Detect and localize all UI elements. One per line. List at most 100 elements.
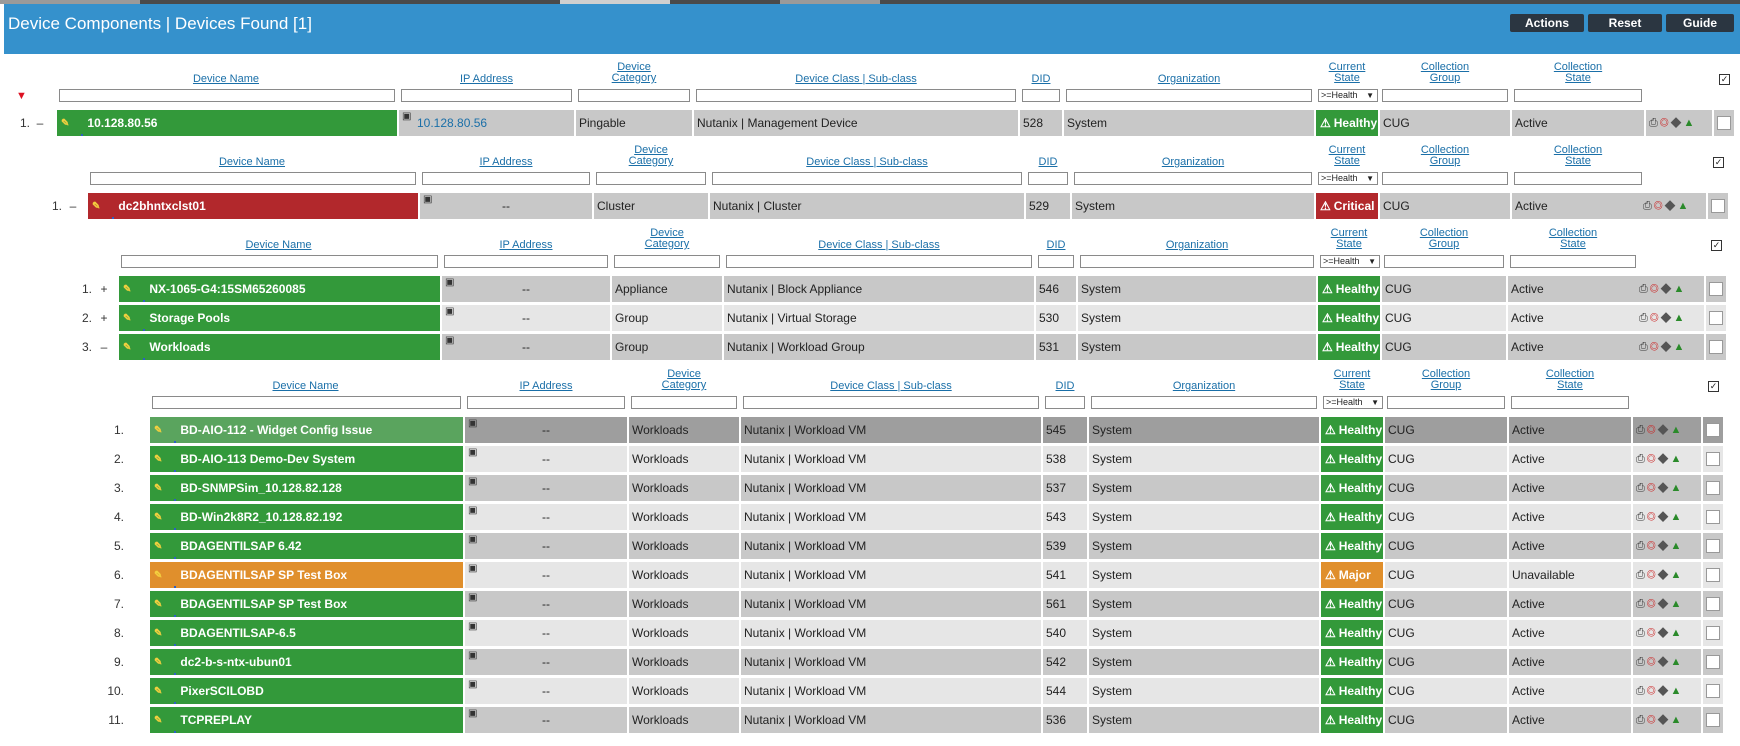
wrench-icon[interactable]: ✎ (154, 563, 162, 588)
wrench-icon[interactable]: ✎ (154, 708, 162, 733)
collection-group-header[interactable]: Collection Group (1380, 62, 1510, 84)
cls-filter-input[interactable] (696, 89, 1016, 102)
signal-bars-icon[interactable] (165, 686, 177, 704)
network-icon[interactable]: ▣ (423, 193, 432, 213)
device-name-link[interactable]: ✎ dc2bhntxclst01 (88, 193, 418, 219)
device-name-header[interactable]: Device Name (150, 381, 463, 392)
wrench-icon[interactable]: ✎ (92, 194, 100, 219)
topology-icon[interactable]: ▲ (1671, 685, 1684, 697)
table-row[interactable]: 6. ✎ BDAGENTILSAP SP Test Box ▣ -- Workloads N… (0, 562, 1740, 588)
ip-address-header[interactable]: IP Address (399, 74, 574, 85)
signal-bars-icon[interactable] (165, 541, 177, 559)
network-icon[interactable]: ▣ (468, 417, 477, 437)
select-all-checkbox[interactable]: ✓ (1713, 157, 1724, 168)
cs-filter-input[interactable] (1511, 396, 1629, 409)
printer-icon[interactable]: ⎙ (1643, 200, 1654, 212)
organization-header[interactable]: Organization (1064, 74, 1314, 85)
did-header[interactable]: DID (1026, 157, 1070, 168)
table-row[interactable]: 7. ✎ BDAGENTILSAP SP Test Box ▣ -- Workloads N… (0, 591, 1740, 617)
device-class-header[interactable]: Device Class | Sub-class (724, 240, 1034, 251)
network-icon[interactable]: ▣ (468, 620, 477, 640)
device-name-link[interactable]: ✎ 10.128.80.56 (57, 110, 397, 136)
printer-icon[interactable]: ⎙ (1636, 453, 1647, 465)
lifebuoy-icon[interactable]: ◎ (1647, 656, 1658, 668)
did-header[interactable]: DID (1043, 381, 1087, 392)
topology-icon[interactable]: ▲ (1674, 341, 1687, 353)
collection-state-header[interactable]: Collection State (1508, 228, 1638, 250)
table-row[interactable]: 1. ✎ BD-AIO-112 - Widget Config Issue ▣ -- Wo… (0, 417, 1740, 443)
table-row[interactable]: 2. + ✎ Storage Pools ▣ -- Group Nutanix | Virtu… (0, 305, 1740, 331)
table-row[interactable]: 8. ✎ BDAGENTILSAP-6.5 ▣ -- Workloads Nutanix |… (0, 620, 1740, 646)
signal-bars-icon[interactable] (165, 599, 177, 617)
name-filter-input[interactable] (59, 89, 395, 102)
network-icon[interactable]: ▣ (468, 591, 477, 611)
device-name-header[interactable]: Device Name (88, 157, 418, 168)
wrench-icon[interactable]: ✎ (154, 621, 162, 646)
device-name-link[interactable]: ✎ BDAGENTILSAP SP Test Box (150, 591, 463, 617)
row-checkbox[interactable] (1709, 340, 1723, 354)
cat-filter-input[interactable] (578, 89, 690, 102)
expand-toggle[interactable]: – (96, 334, 112, 360)
collection-group-header[interactable]: Collection Group (1382, 228, 1506, 250)
row-checkbox[interactable] (1706, 510, 1720, 524)
state-filter-select[interactable]: >=Health ▼ (1318, 172, 1378, 185)
org-filter-input[interactable] (1066, 89, 1312, 102)
topology-icon[interactable]: ▲ (1684, 117, 1697, 129)
guide-button[interactable]: Guide (1666, 14, 1734, 32)
printer-icon[interactable]: ⎙ (1636, 569, 1647, 581)
lifebuoy-icon[interactable]: ◎ (1647, 424, 1658, 436)
device-category-header[interactable]: Device Category (576, 62, 692, 84)
topology-icon[interactable]: ▲ (1671, 424, 1684, 436)
lifebuoy-icon[interactable]: ◎ (1647, 685, 1658, 697)
signal-bars-icon[interactable] (165, 628, 177, 646)
ip-address-header[interactable]: IP Address (420, 157, 592, 168)
tag-icon[interactable]: ◆ (1658, 569, 1671, 581)
row-checkbox[interactable] (1706, 481, 1720, 495)
filter-icon[interactable]: ▼ (16, 90, 30, 102)
collection-state-header[interactable]: Collection State (1512, 62, 1644, 84)
topology-icon[interactable]: ▲ (1671, 656, 1684, 668)
table-row[interactable]: 1. – ✎ dc2bhntxclst01 ▣ -- Cluster Nutanix | Cl… (0, 193, 1740, 219)
ip-address-header[interactable]: IP Address (465, 381, 627, 392)
network-icon[interactable]: ▣ (468, 678, 477, 698)
state-filter-select[interactable]: >=Health ▼ (1323, 396, 1383, 409)
cls-filter-input[interactable] (726, 255, 1032, 268)
wrench-icon[interactable]: ✎ (154, 534, 162, 559)
signal-bars-icon[interactable] (134, 284, 146, 302)
cat-filter-input[interactable] (631, 396, 737, 409)
tag-icon[interactable]: ◆ (1658, 424, 1671, 436)
network-icon[interactable]: ▣ (468, 533, 477, 553)
device-category-header[interactable]: Device Category (629, 369, 739, 391)
device-name-header[interactable]: Device Name (119, 240, 440, 251)
tag-icon[interactable]: ◆ (1658, 598, 1671, 610)
topology-icon[interactable]: ▲ (1671, 569, 1684, 581)
wrench-icon[interactable]: ✎ (154, 476, 162, 501)
topology-icon[interactable]: ▲ (1671, 482, 1684, 494)
cat-filter-input[interactable] (596, 172, 706, 185)
lifebuoy-icon[interactable]: ◎ (1647, 569, 1658, 581)
device-name-link[interactable]: ✎ Storage Pools (119, 305, 440, 331)
did-filter-input[interactable] (1045, 396, 1085, 409)
wrench-icon[interactable]: ✎ (61, 111, 69, 136)
table-row[interactable]: 9. ✎ dc2-b-s-ntx-ubun01 ▣ -- Workloads Nutanix… (0, 649, 1740, 675)
lifebuoy-icon[interactable]: ◎ (1647, 627, 1658, 639)
collection-state-header[interactable]: Collection State (1512, 145, 1644, 167)
signal-bars-icon[interactable] (165, 657, 177, 675)
grp-filter-input[interactable] (1382, 89, 1508, 102)
wrench-icon[interactable]: ✎ (154, 592, 162, 617)
table-row[interactable]: 3. – ✎ Workloads ▣ -- Group Nutanix | Workload … (0, 334, 1740, 360)
lifebuoy-icon[interactable]: ◎ (1647, 511, 1658, 523)
expand-toggle[interactable]: – (66, 193, 80, 219)
row-checkbox[interactable] (1709, 282, 1723, 296)
signal-bars-icon[interactable] (165, 483, 177, 501)
wrench-icon[interactable]: ✎ (123, 306, 131, 331)
organization-header[interactable]: Organization (1078, 240, 1316, 251)
lifebuoy-icon[interactable]: ◎ (1660, 117, 1671, 129)
table-row[interactable]: 4. ✎ BD-Win2k8R2_10.128.82.192 ▣ -- Workloads… (0, 504, 1740, 530)
row-checkbox[interactable] (1706, 568, 1720, 582)
device-name-link[interactable]: ✎ TCPREPLAY (150, 707, 463, 733)
tag-icon[interactable]: ◆ (1665, 200, 1678, 212)
ip-filter-input[interactable] (422, 172, 590, 185)
printer-icon[interactable]: ⎙ (1636, 656, 1647, 668)
signal-bars-icon[interactable] (103, 201, 115, 219)
